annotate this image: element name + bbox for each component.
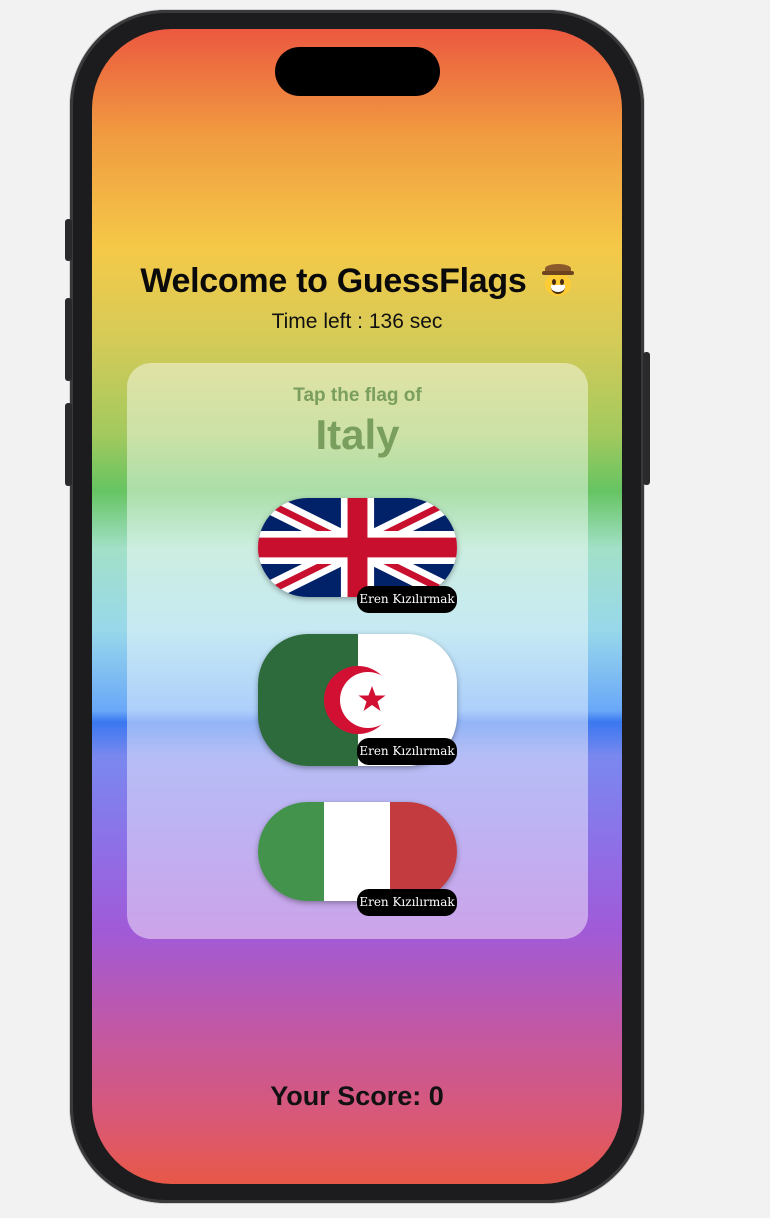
prompt-label: Tap the flag of xyxy=(293,385,422,406)
flag-credit-italy: Eren Kızılırmak xyxy=(357,889,457,916)
time-left-label: Time left : 136 sec xyxy=(271,310,443,333)
flag-credit-uk: Eren Kızılırmak xyxy=(357,586,457,613)
uk-flag-icon xyxy=(258,498,457,597)
score-label: Your Score: 0 xyxy=(270,1081,444,1111)
target-country: Italy xyxy=(315,411,400,458)
action-button xyxy=(65,219,72,261)
flag-credit-algeria: Eren Kızılırmak xyxy=(357,738,457,765)
flag-button-uk[interactable] xyxy=(258,498,457,597)
volume-up-button xyxy=(65,298,72,381)
app-screen: Welcome to GuessFlags Time left : 136 se… xyxy=(92,29,622,1184)
flag-button-italy[interactable] xyxy=(258,802,457,901)
power-button xyxy=(643,352,650,485)
page-title: Welcome to GuessFlags xyxy=(92,262,622,301)
title-text: Welcome to GuessFlags xyxy=(140,262,527,300)
question-card: Tap the flag of Italy Eren Kızılırmak Er… xyxy=(127,363,588,939)
italy-flag-icon xyxy=(258,802,457,901)
volume-down-button xyxy=(65,403,72,486)
dynamic-island xyxy=(275,47,440,96)
cowboy-face-emoji-icon xyxy=(541,264,574,296)
